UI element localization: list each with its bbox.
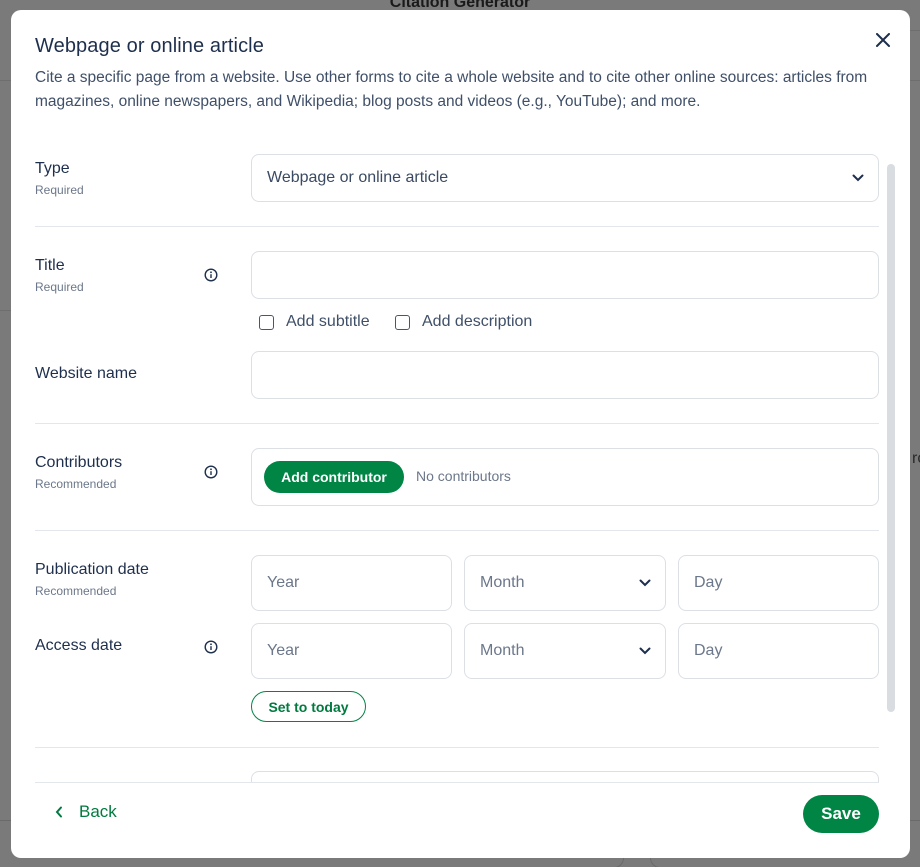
no-contributors-text: No contributors <box>416 468 511 484</box>
citation-modal: Webpage or online article Cite a specifi… <box>11 10 910 858</box>
type-required-note: Required <box>35 183 84 197</box>
info-icon[interactable] <box>204 640 218 654</box>
title-input[interactable] <box>251 251 879 299</box>
contributors-label: Contributors <box>35 454 123 471</box>
website-name-input[interactable] <box>251 351 879 399</box>
publication-date-recommended-note: Recommended <box>35 584 117 598</box>
day-placeholder: Day <box>694 574 723 591</box>
type-label: Type <box>35 160 70 177</box>
year-placeholder: Year <box>267 574 300 591</box>
chevron-down-icon <box>852 174 864 182</box>
back-button[interactable]: Back <box>55 802 117 822</box>
type-select[interactable]: Webpage or online article <box>251 154 879 202</box>
background-edge-text: ro <box>912 450 920 467</box>
background-divider <box>910 30 920 31</box>
background-divider <box>0 80 11 81</box>
background-divider <box>0 310 11 311</box>
title-label: Title <box>35 257 65 274</box>
contributors-recommended-note: Recommended <box>35 477 117 491</box>
month-placeholder: Month <box>480 642 525 659</box>
month-placeholder: Month <box>480 574 525 591</box>
modal-description: Cite a specific page from a website. Use… <box>35 69 868 110</box>
close-button[interactable] <box>871 28 895 52</box>
add-subtitle-checkbox[interactable]: Add subtitle <box>259 313 370 331</box>
add-contributor-button[interactable]: Add contributor <box>264 461 404 493</box>
publication-date-label: Publication date <box>35 561 149 578</box>
access-year-input[interactable]: Year <box>251 623 452 679</box>
chevron-down-icon <box>639 647 651 655</box>
checkbox-box[interactable] <box>395 314 410 330</box>
section-divider <box>35 747 879 748</box>
scrollbar[interactable] <box>887 164 895 712</box>
add-subtitle-label: Add subtitle <box>286 313 370 330</box>
background-divider <box>910 80 920 81</box>
publication-year-input[interactable]: Year <box>251 555 452 611</box>
close-icon <box>876 33 890 47</box>
year-placeholder: Year <box>267 642 300 659</box>
footer-separator <box>35 782 879 783</box>
chevron-down-icon <box>639 579 651 587</box>
website-name-label: Website name <box>35 365 137 382</box>
set-to-today-button[interactable]: Set to today <box>251 691 366 722</box>
type-select-value: Webpage or online article <box>267 169 449 186</box>
section-divider <box>35 530 879 531</box>
chevron-left-icon <box>55 806 62 818</box>
publication-month-select[interactable]: Month <box>464 555 666 611</box>
section-divider <box>35 226 879 227</box>
access-date-label: Access date <box>35 637 123 654</box>
section-divider <box>35 423 879 424</box>
info-icon[interactable] <box>204 268 218 282</box>
access-month-select[interactable]: Month <box>464 623 666 679</box>
add-description-checkbox[interactable]: Add description <box>395 313 532 331</box>
info-icon[interactable] <box>204 465 218 479</box>
checkbox-box[interactable] <box>259 314 274 330</box>
publication-day-input[interactable]: Day <box>678 555 879 611</box>
day-placeholder: Day <box>694 642 723 659</box>
add-description-label: Add description <box>422 313 533 330</box>
access-day-input[interactable]: Day <box>678 623 879 679</box>
modal-title: Webpage or online article <box>35 35 264 57</box>
save-button[interactable]: Save <box>803 795 879 833</box>
title-required-note: Required <box>35 280 84 294</box>
back-label: Back <box>79 802 117 821</box>
